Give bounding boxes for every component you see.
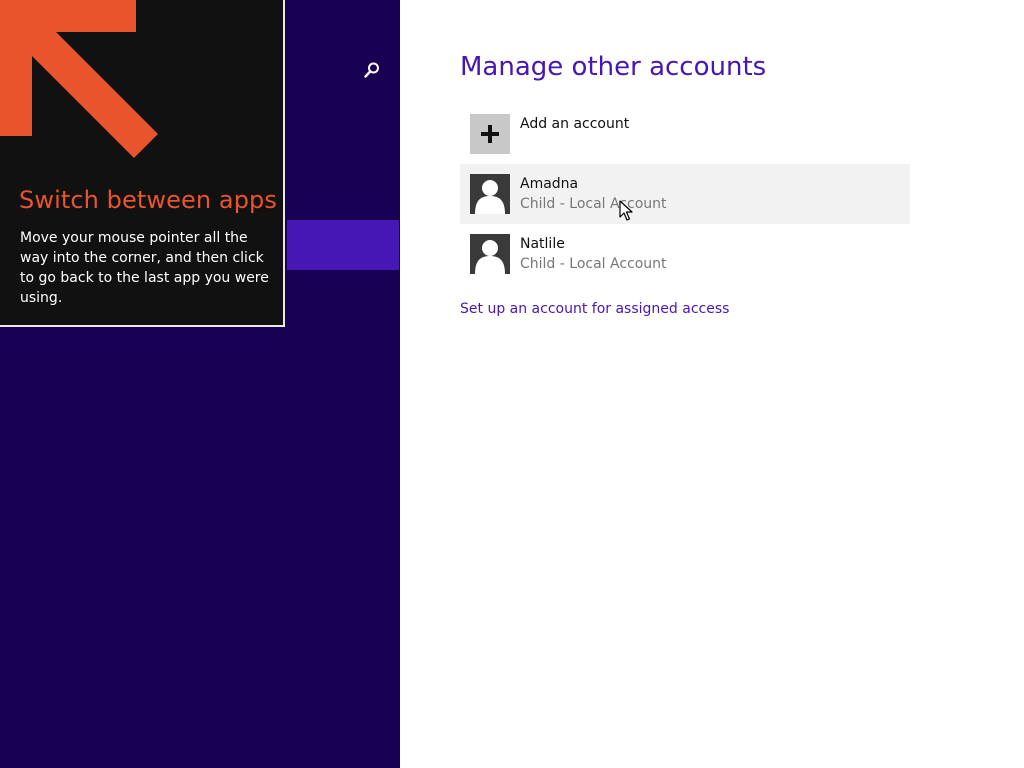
account-item-amadna[interactable]: Amadna Child - Local Account <box>460 164 910 224</box>
pc-settings-window: Switch between apps Move your mouse poin… <box>0 0 1024 768</box>
account-name: Natlile <box>520 236 565 252</box>
plus-icon <box>481 125 499 143</box>
add-account-label: Add an account <box>520 116 630 132</box>
account-avatar <box>470 174 510 214</box>
add-account-tile <box>470 114 510 154</box>
switch-apps-tip: Switch between apps Move your mouse poin… <box>0 0 285 327</box>
nav-item-selected[interactable] <box>287 220 399 270</box>
user-avatar-icon <box>475 240 505 274</box>
tip-title: Switch between apps <box>19 186 277 214</box>
tip-body: Move your mouse pointer all the way into… <box>20 230 269 306</box>
search-button[interactable] <box>358 56 386 84</box>
assigned-access-link[interactable]: Set up an account for assigned access <box>460 301 729 317</box>
mouse-pointer-icon <box>619 200 633 221</box>
account-type: Child - Local Account <box>520 256 667 272</box>
account-item-natlile[interactable]: Natlile Child - Local Account <box>460 224 910 284</box>
add-account-button[interactable]: Add an account <box>460 104 910 164</box>
arrow-up-left-icon <box>0 0 158 158</box>
account-type: Child - Local Account <box>520 196 667 212</box>
account-avatar <box>470 234 510 274</box>
page-title: Manage other accounts <box>460 52 767 82</box>
search-icon <box>364 62 379 78</box>
user-avatar-icon <box>475 180 505 214</box>
account-name: Amadna <box>520 176 579 192</box>
